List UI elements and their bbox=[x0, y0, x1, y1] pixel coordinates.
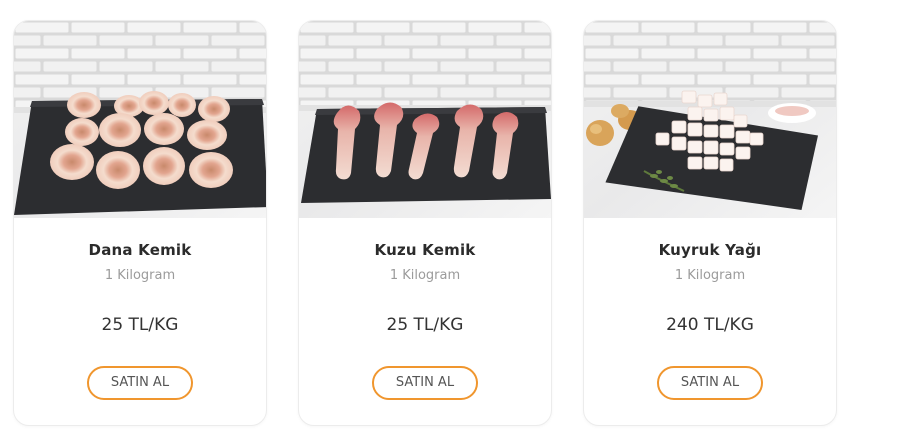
product-title: Kuzu Kemik bbox=[374, 241, 476, 259]
product-unit: 1 Kilogram bbox=[674, 268, 746, 283]
product-unit: 1 Kilogram bbox=[389, 268, 461, 283]
product-card: Dana Kemik 1 Kilogram 25 TL/KG SATIN AL bbox=[13, 20, 267, 426]
product-card: Kuyruk Yağı 1 Kilogram 240 TL/KG SATIN A… bbox=[583, 20, 837, 426]
product-price: 25 TL/KG bbox=[101, 315, 179, 335]
product-photo bbox=[14, 21, 266, 218]
buy-button[interactable]: SATIN AL bbox=[657, 366, 763, 400]
product-unit: 1 Kilogram bbox=[104, 268, 176, 283]
product-grid: Dana Kemik 1 Kilogram 25 TL/KG SATIN AL bbox=[0, 0, 899, 441]
product-photo bbox=[299, 21, 551, 218]
product-title: Kuyruk Yağı bbox=[658, 241, 762, 259]
product-price: 25 TL/KG bbox=[386, 315, 464, 335]
buy-button[interactable]: SATIN AL bbox=[372, 366, 478, 400]
buy-button[interactable]: SATIN AL bbox=[87, 366, 193, 400]
product-photo bbox=[584, 21, 836, 218]
product-price: 240 TL/KG bbox=[666, 315, 754, 335]
product-title: Dana Kemik bbox=[88, 241, 192, 259]
product-card: Kuzu Kemik 1 Kilogram 25 TL/KG SATIN AL bbox=[298, 20, 552, 426]
